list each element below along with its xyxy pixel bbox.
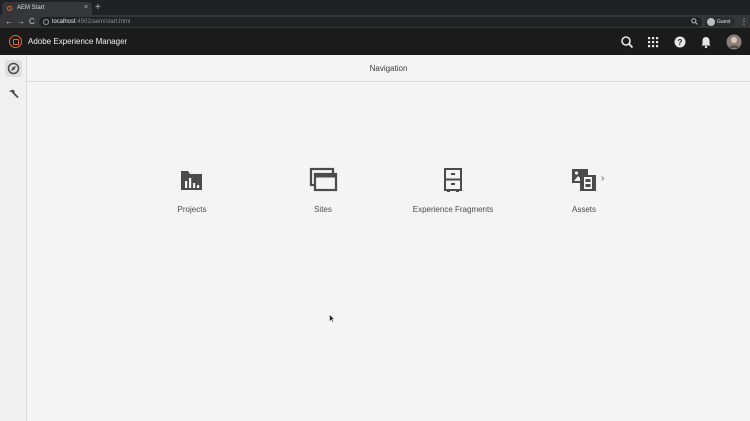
projects-folder-icon — [181, 171, 202, 190]
site-info-icon[interactable] — [43, 19, 49, 25]
hammer-icon — [9, 89, 19, 99]
zoom-search-icon[interactable] — [691, 18, 698, 25]
search-icon[interactable] — [620, 35, 634, 49]
user-avatar[interactable] — [726, 34, 742, 50]
cabinet-icon — [444, 168, 462, 192]
tile-experience-fragments[interactable]: Experience Fragments — [398, 160, 508, 220]
forward-button[interactable]: → — [17, 15, 25, 28]
tile-label: Experience Fragments — [412, 205, 494, 214]
chevron-right-icon[interactable]: › — [601, 174, 604, 184]
rail-tools-button[interactable] — [5, 86, 22, 103]
bell-icon[interactable] — [699, 35, 713, 49]
apps-grid-icon[interactable] — [646, 35, 660, 49]
browser-tab-strip: AEM Start × + — [0, 0, 750, 15]
help-icon[interactable]: ? — [673, 35, 687, 49]
left-rail — [0, 55, 27, 421]
app-title[interactable]: Adobe Experience Manager — [28, 28, 127, 55]
back-button[interactable]: ← — [5, 15, 13, 28]
tab-title: AEM Start — [17, 5, 45, 11]
profile-button[interactable]: Guest — [705, 17, 735, 27]
aem-logo-icon[interactable] — [9, 35, 22, 48]
tile-assets[interactable]: › Assets — [529, 160, 639, 220]
aem-header: Adobe Experience Manager ? — [0, 28, 750, 55]
url-text: localhost:4502/aem/start.html — [52, 17, 130, 27]
mouse-cursor-icon — [329, 314, 335, 323]
url-host: localhost — [52, 19, 76, 25]
reload-button[interactable]: C — [29, 15, 35, 28]
browser-tab[interactable]: AEM Start × — [2, 2, 92, 15]
browser-toolbar: ← → C localhost:4502/aem/start.html Gues… — [0, 15, 750, 28]
tab-close-icon[interactable]: × — [84, 3, 88, 13]
assets-media-icon — [572, 169, 596, 191]
rail-navigation-button[interactable] — [5, 60, 22, 77]
page-title: Navigation — [369, 64, 408, 73]
tile-label: Assets — [571, 205, 596, 214]
profile-avatar-icon — [707, 18, 715, 26]
profile-label: Guest — [717, 19, 731, 25]
tile-sites[interactable]: Sites — [268, 160, 378, 220]
navigation-bar: Navigation — [27, 55, 750, 82]
new-tab-button[interactable]: + — [95, 2, 101, 13]
tile-projects[interactable]: Projects — [137, 160, 247, 220]
sites-windows-icon — [309, 167, 338, 192]
url-path: :4502/aem/start.html — [75, 19, 131, 25]
address-bar[interactable]: localhost:4502/aem/start.html — [39, 17, 702, 27]
svg-text:?: ? — [678, 38, 683, 47]
compass-icon — [7, 62, 20, 75]
tile-label: Sites — [314, 205, 332, 214]
aem-favicon-icon — [7, 6, 12, 11]
browser-menu-icon[interactable]: ⋮ — [740, 15, 748, 28]
tile-label: Projects — [177, 205, 207, 214]
